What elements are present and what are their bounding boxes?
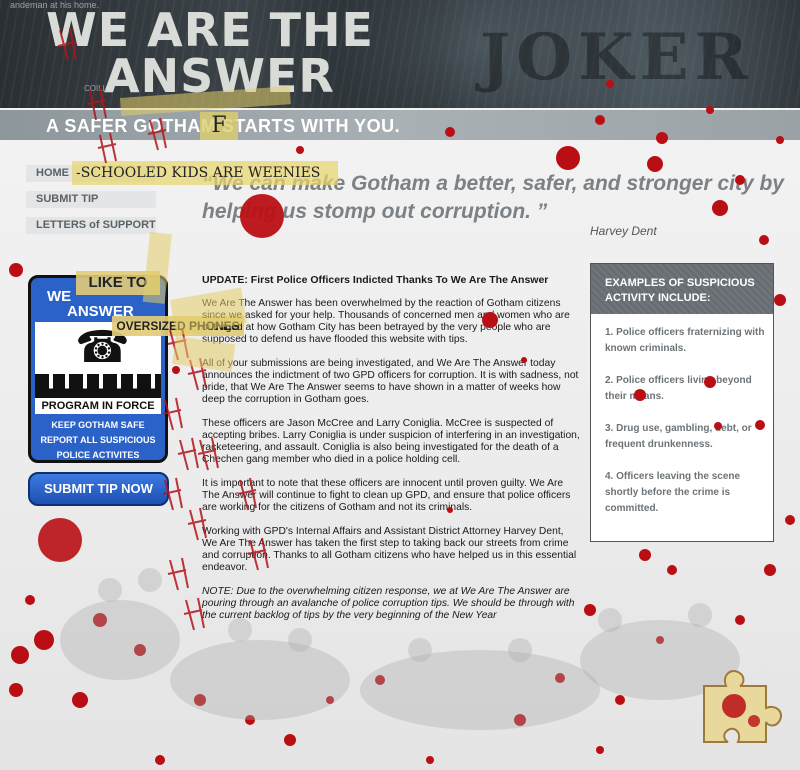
sign-keep2: REPORT ALL SUSPICIOUS	[40, 435, 156, 445]
sign-keep1: KEEP GOTHAM SAFE	[51, 420, 145, 430]
suspicious-activity-item: 2. Police officers living beyond their m…	[605, 375, 752, 402]
article-paragraph: All of your submissions are being invest…	[202, 358, 579, 405]
sign-keep-lines: KEEP GOTHAM SAFE REPORT ALL SUSPICIOUS P…	[35, 418, 161, 460]
submit-tip-now-button[interactable]: SUBMIT TIP NOW	[28, 472, 169, 506]
suspicious-activity-item: 4. Officers leaving the scene shortly be…	[605, 471, 741, 514]
article: UPDATE: First Police Officers Indicted T…	[202, 274, 580, 634]
program-in-force-sign[interactable]: WE ANSWER ☎ PROGRAM IN FORCE KEEP GOTHAM…	[28, 275, 168, 463]
site-title-line1[interactable]: WE ARE THE	[46, 6, 374, 54]
article-headline: UPDATE: First Police Officers Indicted T…	[202, 274, 549, 286]
tape-like-to: LIKE TO	[76, 271, 160, 295]
banner-ghost-graphic: JOKER	[480, 20, 754, 95]
article-paragraph: These officers are Jason McCree and Larr…	[202, 418, 580, 465]
article-paragraph: It is important to note that these offic…	[202, 478, 571, 513]
suspicious-activity-box: EXAMPLES OF SUSPICIOUS ACTIVITY INCLUDE:…	[590, 263, 774, 542]
article-paragraph: We Are The Answer has been overwhelmed b…	[202, 298, 570, 345]
header-banner: JOKER andeman at his home. WE ARE THE AN…	[0, 0, 800, 108]
banner-small-fragment: COILL	[84, 84, 108, 93]
tape-schooled-kids: -SCHOOLED KIDS ARE WEENIES	[72, 161, 338, 185]
town-silhouette-graphic	[35, 374, 161, 398]
suspicious-activity-header: EXAMPLES OF SUSPICIOUS ACTIVITY INCLUDE:	[591, 264, 773, 314]
puzzle-piece-icon[interactable]	[694, 666, 788, 746]
sign-keep3: POLICE ACTIVITES	[56, 450, 140, 460]
article-paragraph: Working with GPD's Internal Affairs and …	[202, 526, 577, 573]
page: JOKER andeman at his home. WE ARE THE AN…	[0, 0, 800, 770]
suspicious-activity-item: 3. Drug use, gambling, debt, or frequent…	[605, 423, 752, 450]
nav-item-submit-tip[interactable]: SUBMIT TIP	[26, 191, 156, 208]
quote-author: Harvey Dent	[590, 224, 657, 238]
sign-program-in-force: PROGRAM IN FORCE	[35, 398, 161, 414]
suspicious-activity-item: 1. Police officers fraternizing with kno…	[605, 327, 765, 354]
site-title-line2[interactable]: ANSWER	[104, 52, 335, 100]
tagline-tape-letter: F	[200, 112, 238, 140]
nav-item-letters-of-support[interactable]: LETTERS of SUPPORT	[26, 217, 156, 234]
article-note: NOTE: Due to the overwhelming citizen re…	[202, 586, 575, 621]
